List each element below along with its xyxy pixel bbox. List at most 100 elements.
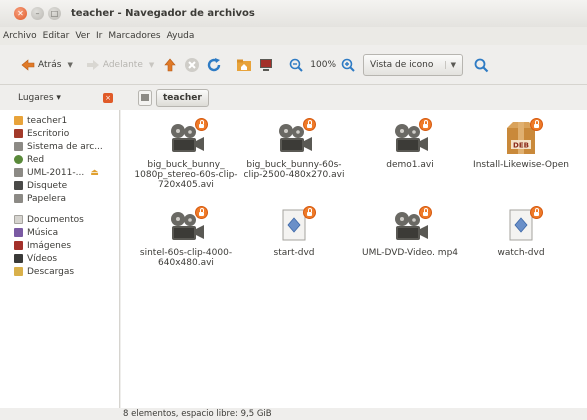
sidebar-item-label: Música bbox=[27, 227, 59, 238]
sidebar-item-imagenes[interactable]: Imágenes bbox=[0, 239, 119, 252]
menu-ver[interactable]: Ver bbox=[75, 31, 90, 41]
up-arrow-icon[interactable] bbox=[162, 57, 178, 73]
sidebar-item-filesystem[interactable]: Sistema de arc... bbox=[0, 140, 119, 153]
documents-folder-icon bbox=[14, 215, 23, 224]
zoom-out-icon[interactable] bbox=[288, 57, 304, 73]
sidebar-item-label: Descargas bbox=[27, 266, 75, 277]
eject-icon[interactable]: ⏏ bbox=[90, 168, 99, 178]
breadcrumb-teacher[interactable]: teacher bbox=[156, 89, 209, 107]
forward-button[interactable]: Adelante bbox=[85, 57, 143, 73]
sidebar-item-label: Imágenes bbox=[27, 240, 72, 251]
menu-marcadores[interactable]: Marcadores bbox=[108, 31, 160, 41]
menu-ayuda[interactable]: Ayuda bbox=[167, 31, 195, 41]
file-name: UML-DVD-Video. mp4 bbox=[361, 248, 459, 258]
file-item[interactable]: demo1.avi bbox=[355, 118, 465, 170]
file-name: demo1.avi bbox=[386, 160, 434, 170]
search-icon[interactable] bbox=[473, 57, 489, 73]
sidebar-item-teacher1[interactable]: teacher1 bbox=[0, 114, 119, 127]
title-bar: ✕ – □ teacher - Navegador de archivos bbox=[0, 0, 587, 27]
lock-emblem-icon bbox=[530, 118, 543, 131]
sidebar-item-label: Escritorio bbox=[27, 128, 70, 139]
sidebar-item-label: UML-2011-... bbox=[27, 167, 85, 178]
sidebar-item-label: Vídeos bbox=[27, 253, 58, 264]
back-arrow-icon bbox=[21, 58, 35, 71]
window-title: teacher - Navegador de archivos bbox=[71, 8, 255, 19]
home-folder-icon[interactable] bbox=[236, 57, 252, 73]
file-item[interactable]: watch-dvd bbox=[466, 206, 576, 258]
lock-emblem-icon bbox=[419, 118, 432, 131]
video-file-icon bbox=[390, 118, 432, 156]
close-sidebar-icon[interactable]: × bbox=[103, 93, 113, 103]
file-name: big_buck_bunny-60s-clip-2500-480x270.avi bbox=[243, 160, 345, 180]
video-file-icon bbox=[390, 206, 432, 244]
network-icon bbox=[14, 155, 23, 164]
file-browser-window: ✕ – □ teacher - Navegador de archivos Ar… bbox=[0, 0, 587, 420]
file-item[interactable]: start-dvd bbox=[239, 206, 349, 258]
file-name: Install-Likewise-Open bbox=[473, 160, 569, 170]
close-window-button[interactable]: ✕ bbox=[14, 7, 27, 20]
sidebar-item-uml-drive[interactable]: UML-2011-... ⏏ bbox=[0, 166, 119, 179]
breadcrumb-toggle-icon[interactable] bbox=[138, 90, 152, 106]
back-label: Atrás bbox=[38, 59, 62, 70]
reload-icon[interactable] bbox=[206, 57, 222, 73]
status-text: 8 elementos, espacio libre: 9,5 GiB bbox=[123, 409, 272, 419]
sidebar-item-videos[interactable]: Vídeos bbox=[0, 252, 119, 265]
back-button[interactable]: Atrás bbox=[20, 57, 61, 73]
lock-emblem-icon bbox=[419, 206, 432, 219]
computer-icon[interactable] bbox=[258, 57, 274, 73]
sidebar-item-label: Disquete bbox=[27, 180, 68, 191]
lock-emblem-icon bbox=[195, 206, 208, 219]
downloads-folder-icon bbox=[14, 267, 23, 276]
back-history-dropdown[interactable]: ▼ bbox=[67, 61, 72, 69]
music-folder-icon bbox=[14, 228, 23, 237]
menu-bar: Archivo Editar Ver Ir Marcadores Ayuda bbox=[0, 27, 587, 45]
menu-editar[interactable]: Editar bbox=[43, 31, 70, 41]
script-file-icon bbox=[501, 206, 543, 244]
sidebar-item-label: Red bbox=[27, 154, 45, 165]
file-name: start-dvd bbox=[273, 248, 315, 258]
lock-emblem-icon bbox=[303, 206, 316, 219]
file-item[interactable]: UML-DVD-Video. mp4 bbox=[355, 206, 465, 258]
harddisk-icon bbox=[14, 142, 23, 151]
file-name: watch-dvd bbox=[497, 248, 545, 258]
stop-icon[interactable] bbox=[184, 57, 200, 73]
video-file-icon bbox=[274, 118, 316, 156]
sidebar-item-label: Papelera bbox=[27, 193, 67, 204]
sidebar-item-descargas[interactable]: Descargas bbox=[0, 265, 119, 278]
script-file-icon bbox=[274, 206, 316, 244]
sidebar-item-documentos[interactable]: Documentos bbox=[0, 213, 119, 226]
lock-emblem-icon bbox=[303, 118, 316, 131]
file-item[interactable]: DEB Install-Likewise-Open bbox=[466, 118, 576, 170]
zoom-level: 100% bbox=[310, 59, 336, 70]
file-item[interactable]: big_buck_bunny-60s-clip-2500-480x270.avi bbox=[239, 118, 349, 180]
location-bar: Lugares ▾ × teacher bbox=[0, 86, 587, 110]
sidebar-item-escritorio[interactable]: Escritorio bbox=[0, 127, 119, 140]
sidebar-item-red[interactable]: Red bbox=[0, 153, 119, 166]
video-file-icon bbox=[166, 118, 208, 156]
lock-emblem-icon bbox=[195, 118, 208, 131]
forward-label: Adelante bbox=[102, 59, 143, 70]
home-folder-icon bbox=[14, 116, 23, 125]
places-sidebar: teacher1 Escritorio Sistema de arc... Re… bbox=[0, 110, 120, 408]
view-mode-select[interactable]: Vista de icono ▼ bbox=[363, 53, 463, 76]
videos-folder-icon bbox=[14, 254, 23, 263]
file-item[interactable]: sintel-60s-clip-4000-640x480.avi bbox=[131, 206, 241, 268]
view-mode-value: Vista de icono bbox=[370, 59, 434, 70]
sidebar-item-musica[interactable]: Música bbox=[0, 226, 119, 239]
zoom-in-icon[interactable] bbox=[340, 57, 356, 73]
sidebar-item-papelera[interactable]: Papelera bbox=[0, 192, 119, 205]
file-icon-view[interactable]: big_buck_bunny_ 1080p_stereo-60s-clip-72… bbox=[121, 110, 587, 408]
sidebar-item-disquete[interactable]: Disquete bbox=[0, 179, 119, 192]
maximize-window-button[interactable]: □ bbox=[48, 7, 61, 20]
menu-archivo[interactable]: Archivo bbox=[3, 31, 37, 41]
sidebar-item-label: Documentos bbox=[27, 214, 84, 225]
minimize-window-button[interactable]: – bbox=[31, 7, 44, 20]
menu-ir[interactable]: Ir bbox=[96, 31, 102, 41]
file-item[interactable]: big_buck_bunny_ 1080p_stereo-60s-clip-72… bbox=[131, 118, 241, 190]
status-bar: 8 elementos, espacio libre: 9,5 GiB bbox=[121, 408, 587, 420]
places-dropdown[interactable]: Lugares ▾ bbox=[18, 93, 78, 103]
forward-arrow-icon bbox=[86, 59, 99, 70]
lock-emblem-icon bbox=[530, 206, 543, 219]
forward-history-dropdown[interactable]: ▼ bbox=[149, 61, 154, 69]
trash-icon bbox=[14, 194, 23, 203]
